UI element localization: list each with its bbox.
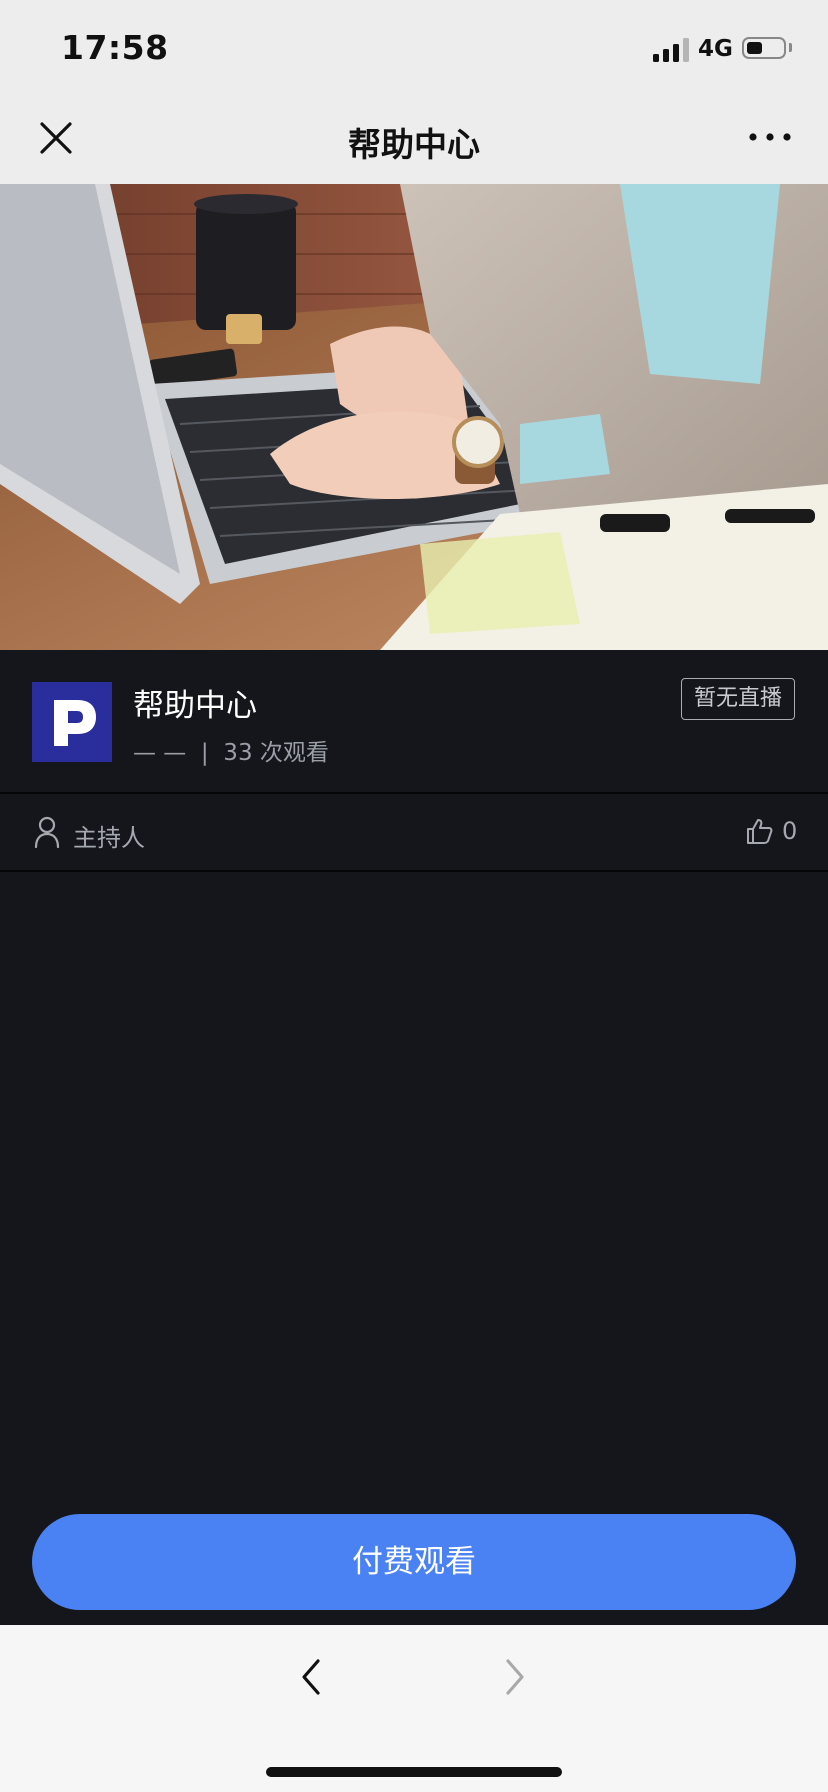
more-button[interactable] xyxy=(746,122,794,152)
course-title: 帮助中心 xyxy=(133,688,257,724)
more-dots-icon xyxy=(749,133,791,141)
host-label: 主持人 xyxy=(73,824,145,852)
page-title: 帮助中心 xyxy=(348,125,480,164)
divider xyxy=(0,792,828,794)
pay-to-watch-button[interactable]: 付费观看 xyxy=(32,1514,796,1610)
status-time: 17:58 xyxy=(61,28,169,67)
battery-tip xyxy=(789,43,792,52)
live-status-badge: 暂无直播 xyxy=(681,678,795,720)
divider xyxy=(0,870,828,872)
status-bar: 17:58 4G xyxy=(0,0,828,92)
thumbs-up-icon[interactable] xyxy=(746,818,773,845)
close-icon xyxy=(40,122,72,154)
back-button[interactable] xyxy=(296,1655,326,1699)
course-panel: 帮助中心 — — | 33 次观看 暂无直播 主持人 0 xyxy=(0,650,828,1625)
chevron-right-icon xyxy=(506,1659,524,1695)
chevron-left-icon xyxy=(302,1659,320,1695)
nav-bar: 帮助中心 xyxy=(0,92,828,184)
close-button[interactable] xyxy=(34,116,78,160)
battery-icon xyxy=(742,37,786,59)
network-label: 4G xyxy=(698,36,733,62)
signal-icon xyxy=(653,38,689,62)
host-row: 主持人 0 xyxy=(0,796,828,872)
user-icon xyxy=(34,816,60,848)
like-count: 0 xyxy=(782,817,798,845)
logo-p-icon xyxy=(54,700,96,746)
laptop-photo-icon xyxy=(0,184,828,650)
forward-button[interactable] xyxy=(500,1655,530,1699)
logo xyxy=(32,682,112,762)
browser-toolbar xyxy=(0,1625,828,1792)
home-indicator xyxy=(266,1767,562,1777)
view-count: — — | 33 次观看 xyxy=(133,740,329,766)
banner-image xyxy=(0,184,828,650)
